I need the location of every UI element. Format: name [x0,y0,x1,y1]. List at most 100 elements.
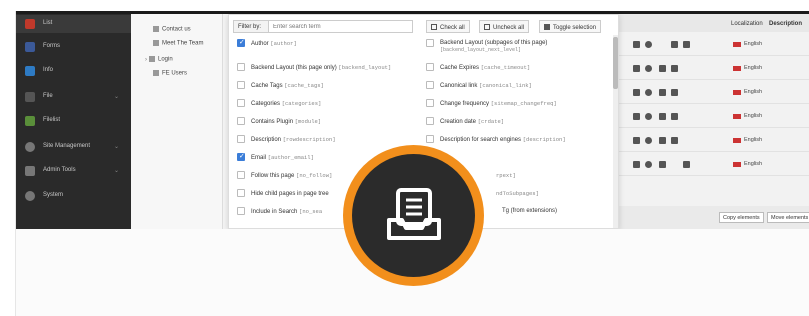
field-label: Canonical link [440,83,478,89]
feature-badge [343,145,484,286]
list-header: Localization Description [619,14,809,32]
checkbox[interactable] [237,207,245,215]
visibility-icon[interactable] [645,41,652,48]
column-localization[interactable]: Localization [731,21,763,27]
move-icon[interactable] [659,113,666,120]
checkbox[interactable] [426,39,434,47]
field-key: [cache_timeout] [480,64,531,71]
module-admin-tools[interactable]: Admin Tools ⌄ [16,162,131,180]
checkbox[interactable] [237,63,245,71]
button-label: Toggle selection [553,25,597,31]
module-label: System [43,192,64,198]
checkbox[interactable] [237,171,245,179]
language-label: English [744,65,763,71]
button-label: Check all [440,25,465,31]
field-label: Cache Expires [440,65,480,71]
flag-icon [733,90,741,95]
module-info[interactable]: Info [16,62,131,80]
chevron-down-icon: ⌄ [113,94,119,100]
checkbox[interactable] [237,189,245,197]
check-all-button[interactable]: Check all [426,20,470,33]
module-filelist[interactable]: Filelist [16,112,131,130]
table-row[interactable]: English [619,58,809,80]
tree-item-label: FE Users [162,70,188,77]
language-label: English [744,41,763,47]
button-label: Uncheck all [493,25,525,31]
page-icon [153,40,159,46]
module-site-management[interactable]: Site Management ⌄ [16,138,131,156]
page-icon[interactable] [633,113,640,120]
record-list: Localization Description English English [619,14,809,229]
table-row[interactable]: English [619,82,809,104]
module-label: Site Management [43,143,91,149]
table-row[interactable]: English [619,130,809,152]
page-icon[interactable] [633,65,640,72]
edit-icon[interactable] [671,65,678,72]
module-label: Filelist [43,117,61,123]
page-icon[interactable] [633,41,640,48]
page-icon[interactable] [633,161,640,168]
checkbox[interactable] [426,99,434,107]
table-row[interactable]: English [619,106,809,128]
edit-icon[interactable] [671,41,678,48]
edit-icon[interactable] [671,89,678,96]
column-description[interactable]: Description [769,21,802,27]
tree-item[interactable]: › Login [145,56,173,63]
checkbox[interactable] [426,117,434,125]
visibility-icon[interactable] [645,89,652,96]
module-file[interactable]: File ⌄ [16,88,131,106]
filter-input[interactable] [269,20,413,33]
tree-item[interactable]: Contact us [153,26,191,33]
edit-icon[interactable] [671,137,678,144]
tree-item-label: Login [158,56,173,63]
field-label: Hide child pages in page tree [251,191,329,197]
delete-icon[interactable] [683,41,690,48]
checkbox[interactable] [426,135,434,143]
checkbox[interactable] [237,99,245,107]
uncheck-all-button[interactable]: Uncheck all [479,20,530,33]
field-label: Creation date [440,119,477,125]
admin-tools-icon [25,166,35,176]
tree-item[interactable]: Meet The Team [153,40,203,47]
checkbox[interactable] [237,81,245,89]
table-row[interactable]: English [619,154,809,176]
edit-icon[interactable] [671,113,678,120]
delete-icon[interactable] [683,161,690,168]
language-label: English [744,89,763,95]
visibility-icon[interactable] [645,161,652,168]
forms-icon [25,42,35,52]
file-icon [25,92,35,102]
table-row[interactable]: English [619,34,809,56]
move-elements-button[interactable]: Move elements [767,212,809,223]
module-label: Forms [43,43,60,49]
checkbox[interactable] [426,63,434,71]
field-key: [cache_tags] [284,82,324,89]
checkbox[interactable] [237,38,245,47]
page-icon[interactable] [633,137,640,144]
page-icon[interactable] [633,89,640,96]
checkbox[interactable] [426,81,434,89]
move-icon[interactable] [659,161,666,168]
visibility-icon[interactable] [645,65,652,72]
badge-core [352,154,475,277]
toggle-selection-button[interactable]: Toggle selection [539,20,602,33]
copy-elements-button[interactable]: Copy elements [719,212,764,223]
checkbox[interactable] [237,117,245,125]
module-forms[interactable]: Forms [16,38,131,56]
field-label: Email [251,155,267,161]
field-label: Tg (from extensions) [502,208,558,214]
visibility-icon[interactable] [645,137,652,144]
module-system[interactable]: System [16,187,131,205]
checkbox[interactable] [237,135,245,143]
move-icon[interactable] [659,65,666,72]
visibility-icon[interactable] [645,113,652,120]
chevron-down-icon: ⌄ [113,168,119,174]
move-icon[interactable] [659,137,666,144]
tree-item[interactable]: FE Users [153,70,187,77]
module-list[interactable]: List [16,15,131,33]
move-icon[interactable] [659,89,666,96]
checkbox[interactable] [237,152,245,161]
field-label: Categories [251,101,281,107]
panel-scrollbar-thumb[interactable] [613,37,618,89]
flag-icon [733,66,741,71]
